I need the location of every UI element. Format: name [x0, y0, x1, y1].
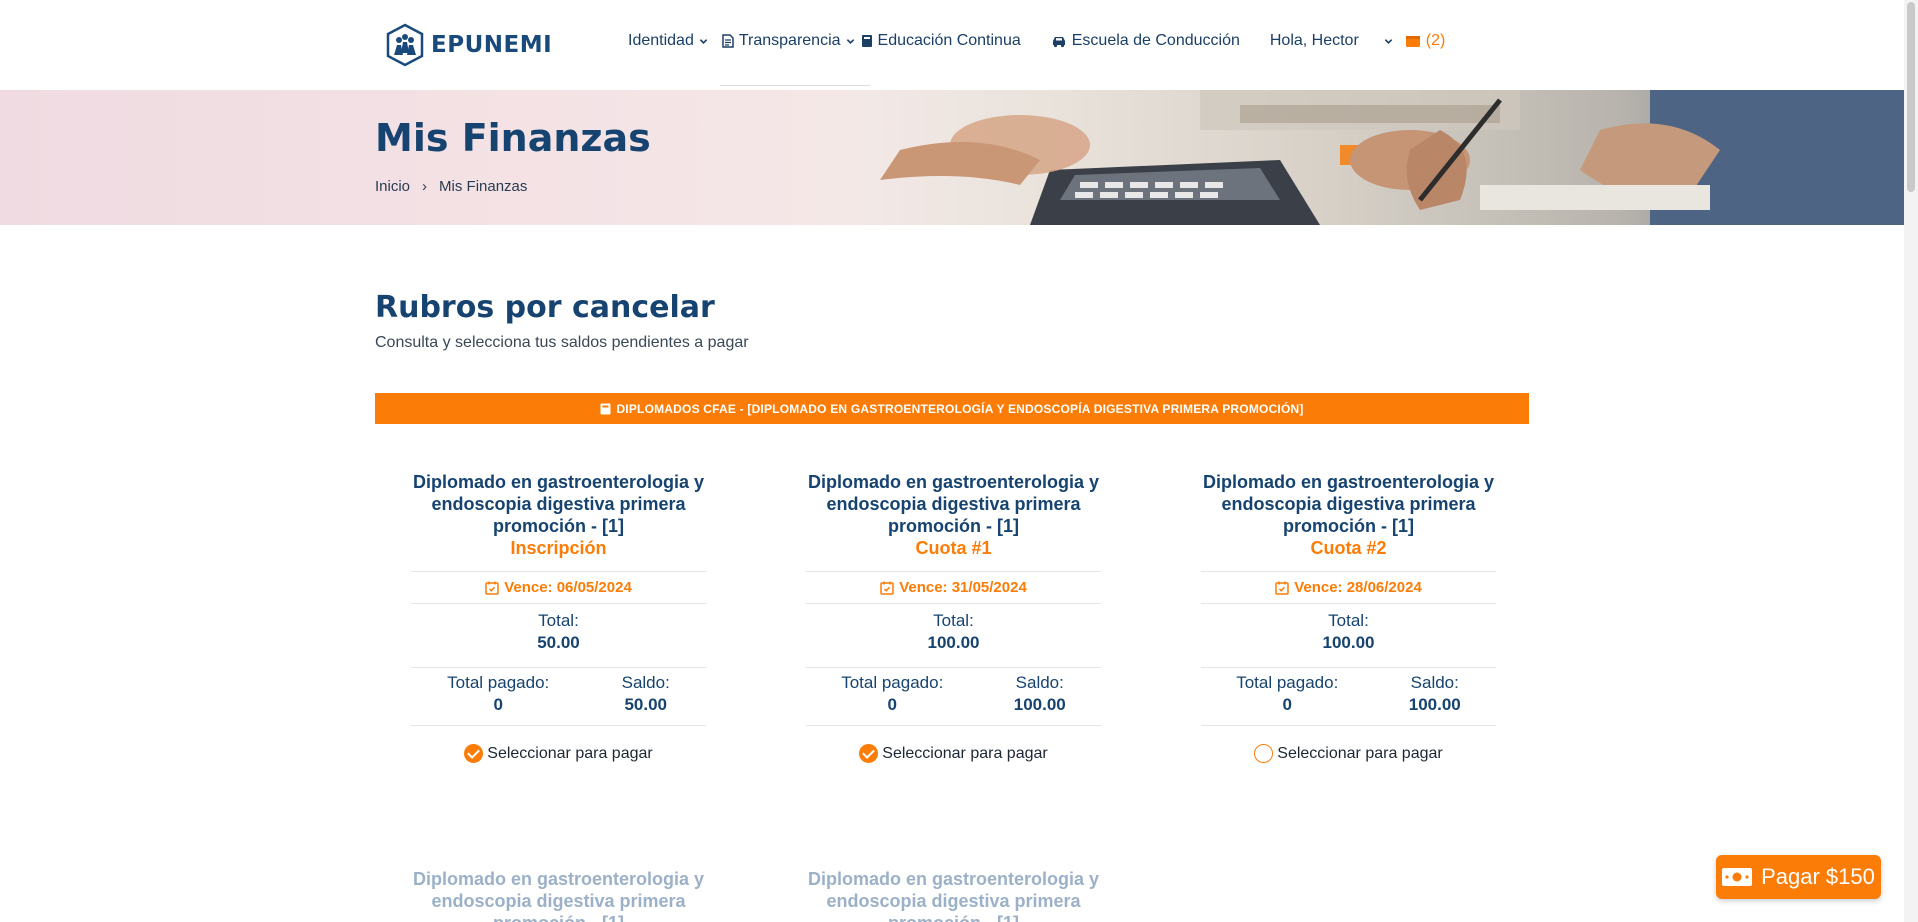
total-value: 100.00 [927, 633, 980, 652]
page-title: Mis Finanzas [375, 116, 651, 160]
balance-value: 50.00 [624, 695, 667, 714]
select-to-pay-checkbox[interactable]: Seleccionar para pagar [411, 744, 706, 763]
card-title: Diplomado en gastroenterologia y endosco… [807, 869, 1100, 922]
select-to-pay-checkbox[interactable]: Seleccionar para pagar [1201, 744, 1496, 763]
checkbox-unchecked-icon[interactable] [1254, 744, 1274, 763]
total-label: Total: [538, 611, 579, 630]
balance-label: Saldo: [621, 673, 670, 692]
book-icon [600, 403, 611, 414]
brand-logo[interactable]: EPUNEMI [385, 23, 552, 67]
card-due-label: Vence: 06/05/2024 [504, 579, 632, 596]
total-label: Total: [1328, 611, 1369, 630]
card-title: Diplomado en gastroenterologia y endosco… [1202, 472, 1495, 536]
pay-button-label: Pagar $150 [1761, 864, 1875, 889]
card-title: Diplomado en gastroenterologia y endosco… [807, 472, 1100, 536]
select-to-pay-label: Seleccionar para pagar [487, 744, 653, 762]
paid-value: 0 [493, 695, 503, 714]
chevron-down-icon [1384, 38, 1393, 44]
epunemi-logo-icon [386, 23, 424, 67]
card-concept: Cuota #2 [1310, 538, 1387, 558]
select-to-pay-checkbox[interactable]: Seleccionar para pagar [806, 744, 1101, 763]
card-concept: Inscripción [510, 538, 607, 558]
card-due-label: Vence: 28/06/2024 [1294, 579, 1422, 596]
balance-label: Saldo: [1410, 673, 1459, 692]
checkbox-checked-icon[interactable] [464, 744, 484, 763]
chevron-down-icon [846, 38, 854, 44]
nav-escuela-conduccion[interactable]: Escuela de Conducción [1051, 32, 1240, 50]
debt-card: Diplomado en gastroenterologia y endosco… [806, 868, 1101, 922]
total-label: Total: [933, 611, 974, 630]
nav-escuela-conduccion-label: Escuela de Conducción [1071, 32, 1240, 49]
cart-icon [1405, 36, 1420, 47]
cart-count: (2) [1425, 32, 1446, 49]
balance-value: 100.00 [1013, 695, 1066, 714]
total-value: 100.00 [1322, 633, 1375, 652]
calendar-check-icon [485, 581, 499, 595]
nav-educacion-continua-label: Educación Continua [877, 32, 1021, 49]
card-paid-balance: Total pagado: 0 Saldo: 100.00 [806, 668, 1101, 726]
debt-card: Diplomado en gastroenterologia y endosco… [411, 868, 706, 922]
section-title: Rubros por cancelar [375, 290, 715, 325]
hero-banner: Mis Finanzas Inicio › Mis Finanzas [0, 90, 1904, 225]
pay-button[interactable]: Pagar $150 [1716, 855, 1881, 899]
book-icon [861, 35, 872, 47]
card-total: Total: 100.00 [806, 604, 1101, 668]
paid-label: Total pagado: [447, 673, 550, 692]
chevron-down-icon [699, 38, 708, 44]
nav-transparencia[interactable]: Transparencia [722, 32, 855, 50]
money-bill-icon [1722, 868, 1753, 886]
card-paid-balance: Total pagado: 0 Saldo: 100.00 [1201, 668, 1496, 726]
card-due-date: Vence: 06/05/2024 [411, 571, 706, 604]
scrollbar-thumb[interactable] [1907, 2, 1915, 192]
nav-identidad-label: Identidad [628, 32, 694, 49]
hero-image-hands-calculator [880, 90, 1904, 225]
paid-value: 0 [887, 695, 897, 714]
checkbox-checked-icon[interactable] [859, 744, 879, 763]
scrollbar[interactable] [1904, 0, 1918, 922]
breadcrumb: Inicio › Mis Finanzas [375, 178, 527, 195]
debt-card: Diplomado en gastroenterologia y endosco… [411, 471, 706, 763]
debt-card: Diplomado en gastroenterologia y endosco… [806, 471, 1101, 763]
card-title: Diplomado en gastroenterologia y endosco… [412, 472, 705, 536]
paid-label: Total pagado: [1236, 673, 1339, 692]
nav-educacion-continua[interactable]: Educación Continua [861, 32, 1021, 50]
program-banner-label: DIPLOMADOS CFAE - [DIPLOMADO EN GASTROEN… [616, 401, 1304, 416]
calendar-check-icon [1275, 581, 1289, 595]
paid-label: Total pagado: [841, 673, 944, 692]
debt-card: Diplomado en gastroenterologia y endosco… [1201, 471, 1496, 763]
select-to-pay-label: Seleccionar para pagar [1277, 744, 1443, 762]
nav-active-indicator [720, 85, 870, 86]
card-concept: Cuota #1 [915, 538, 992, 558]
breadcrumb-home-link[interactable]: Inicio [375, 178, 410, 195]
total-value: 50.00 [537, 633, 580, 652]
paid-value: 0 [1282, 695, 1292, 714]
calendar-check-icon [880, 581, 894, 595]
main-nav: Identidad Transparencia Educación Contin… [628, 32, 1445, 50]
balance-label: Saldo: [1015, 673, 1064, 692]
document-icon [722, 34, 734, 48]
card-due-date: Vence: 28/06/2024 [1201, 571, 1496, 604]
card-paid-balance: Total pagado: 0 Saldo: 50.00 [411, 668, 706, 726]
user-greeting: Hola, Hector [1269, 32, 1359, 49]
nav-identidad[interactable]: Identidad [628, 32, 708, 50]
card-due-date: Vence: 31/05/2024 [806, 571, 1101, 604]
brand-name: EPUNEMI [431, 32, 553, 58]
cart-button[interactable]: (2) [1405, 32, 1446, 50]
select-to-pay-label: Seleccionar para pagar [882, 744, 1048, 762]
breadcrumb-current: Mis Finanzas [439, 178, 528, 195]
breadcrumb-separator: › [422, 178, 428, 195]
section-subtitle: Consulta y selecciona tus saldos pendien… [375, 334, 749, 351]
program-banner: DIPLOMADOS CFAE - [DIPLOMADO EN GASTROEN… [375, 393, 1529, 424]
balance-value: 100.00 [1408, 695, 1461, 714]
user-menu[interactable]: Hola, Hector [1270, 32, 1393, 50]
navbar: EPUNEMI Identidad Transparencia Educació… [0, 0, 1904, 90]
card-total: Total: 50.00 [411, 604, 706, 668]
card-due-label: Vence: 31/05/2024 [899, 579, 1027, 596]
nav-transparencia-label: Transparencia [738, 32, 841, 49]
card-title: Diplomado en gastroenterologia y endosco… [412, 869, 705, 922]
card-total: Total: 100.00 [1201, 604, 1496, 668]
car-icon [1052, 37, 1065, 48]
